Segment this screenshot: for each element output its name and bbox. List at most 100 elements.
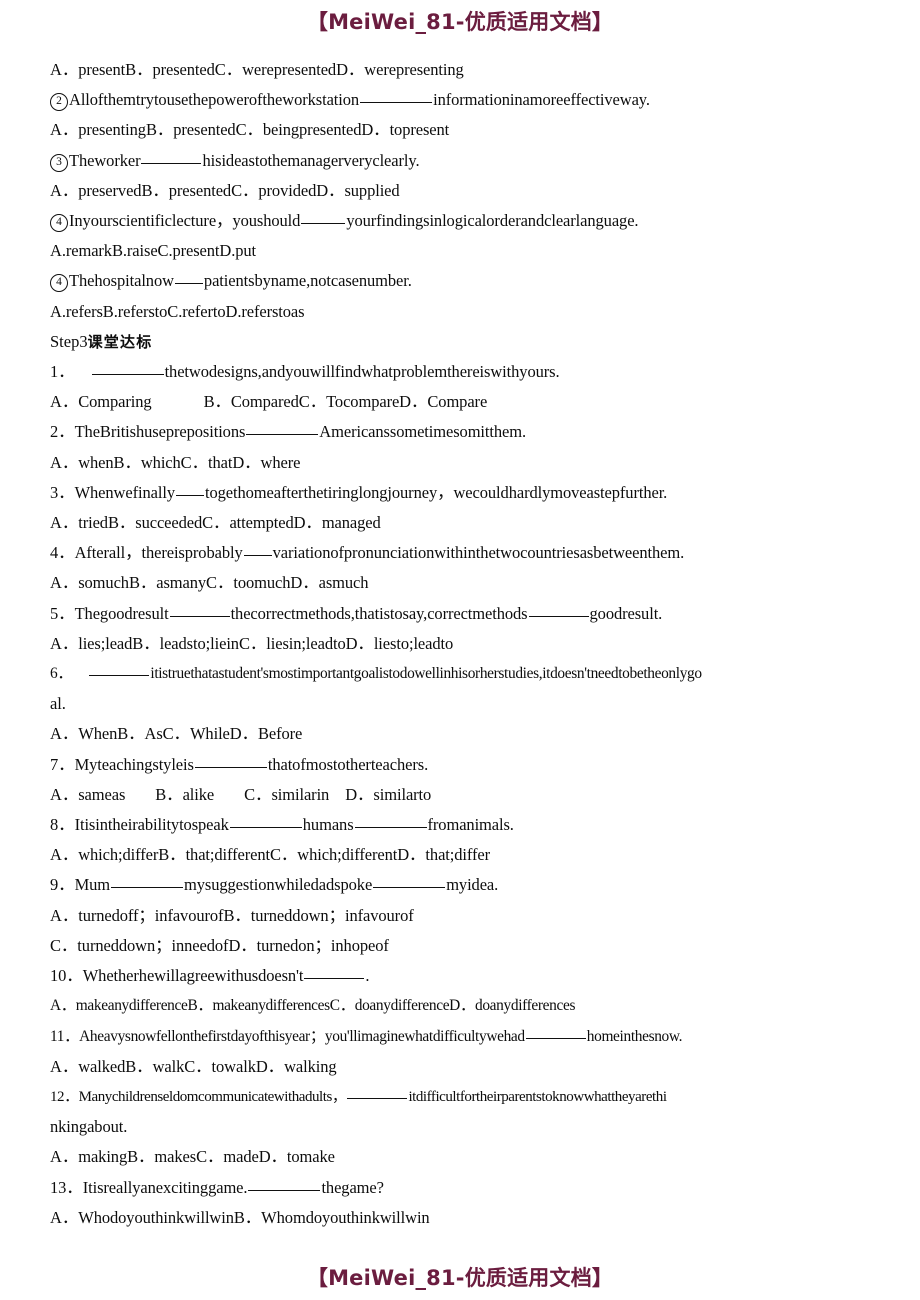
circled-number: 3 <box>50 153 68 172</box>
options-line: A．Comparing B．ComparedC．TocompareD．Compar… <box>50 387 875 417</box>
options-line: A．presentB．presentedC．werepresentedD．wer… <box>50 60 464 79</box>
section-heading-cjk: 课堂达标 <box>87 332 153 351</box>
question-text: itistruethatastudent'smostimportantgoali… <box>150 665 702 683</box>
question-line: 10．Whetherhewillagreewithusdoesn't. <box>50 961 875 991</box>
question-number: 8． <box>50 815 75 835</box>
question-number: 9． <box>50 875 75 895</box>
question-number: 11． <box>50 1027 80 1045</box>
question-text: Manychildrenseldomcommunicatewithadults， <box>78 1088 347 1105</box>
options-line: A．sameas B．alike C．similarin D．similarto <box>50 780 875 810</box>
question-text-end: myidea. <box>446 875 499 895</box>
options-line: C．turneddown；inneedofD．turnedon；inhopeof <box>50 935 389 955</box>
question-line: 7．Myteachingstyleis thatofmostotherteache… <box>50 750 875 780</box>
question-text-cont: hisideastothemanagerveryclearly. <box>202 150 420 170</box>
fill-blank <box>304 962 365 980</box>
question-line: 12．Manychildrenseldomcommunicatewithadul… <box>50 1082 875 1112</box>
question-text-cont: informationinamoreeffectiveway. <box>433 90 650 110</box>
question-text: thetwodesigns,andyouwillfindwhatproblemt… <box>164 362 560 382</box>
question-text: Inyourscientificlecture，youshould <box>69 211 301 231</box>
question-text-end: goodresult. <box>589 603 663 623</box>
fill-blank <box>528 600 589 617</box>
question-line: 8．Itisintheirabilitytospeak humans fromani… <box>50 810 875 840</box>
question-text: Afterall，thereisprobably <box>74 543 243 563</box>
question-text-cont: patientsbyname,notcasenumber. <box>203 271 412 291</box>
question-text-cont: homeinthesnow. <box>586 1027 683 1045</box>
options-line: A．makingB．makesC．madeD．tomake <box>50 1147 335 1167</box>
question-number: 6． <box>50 665 73 683</box>
options-line: A．WhenB．AsC．WhileD．Before <box>50 724 303 744</box>
circled-number: 4 <box>50 274 68 293</box>
question-text-cont: thatofmostotherteachers. <box>267 754 429 774</box>
question-number: 3． <box>50 482 75 502</box>
question-text-end: fromanimals. <box>427 815 514 835</box>
fill-blank <box>301 207 346 225</box>
question-line: 11．Aheavysnowfellonthefirstdayofthisyear… <box>50 1022 875 1052</box>
question-number: 7． <box>50 754 75 774</box>
fill-blank <box>243 540 272 557</box>
question-text-cont: itdifficultfortheirparentstoknowwhatthey… <box>408 1088 667 1105</box>
fill-blank <box>194 751 267 768</box>
question-number: 4． <box>50 543 75 563</box>
question-number: 2． <box>50 422 75 442</box>
question-text-cont: thecorrectmethods,thatistosay,correctmet… <box>230 603 528 623</box>
fill-blank <box>111 872 184 889</box>
options-line: A．lies;leadB．leadsto;lieinC．liesin;leadt… <box>50 633 454 653</box>
option-c: C．similarin <box>244 784 330 804</box>
question-text: Allofthemtrytousethepoweroftheworkstatio… <box>69 90 360 110</box>
question-text: Myteachingstyleis <box>74 754 194 774</box>
fill-blank <box>174 268 203 285</box>
question-text: Whetherhewillagreewithusdoesn't <box>82 966 304 986</box>
options-bcd: B．ComparedC．TocompareD．Compare <box>203 392 488 412</box>
question-text-cont: thegame? <box>321 1177 384 1197</box>
section-heading-latin: Step3 <box>50 331 88 351</box>
watermark-header: 【MeiWei_81-优质适用文档】 <box>306 10 614 34</box>
question-text: Theworker <box>69 150 141 170</box>
question-text-cont: Americanssometimesomitthem. <box>319 422 527 442</box>
question-number: 1． <box>50 362 75 382</box>
fill-blank <box>169 600 230 617</box>
options-line: A．WhodoyouthinkwillwinB．Whomdoyouthinkwi… <box>50 1207 430 1227</box>
option-a: A．Comparing <box>50 392 152 412</box>
options-line: A.refersB.referstoC.refertoD.referstoas <box>50 301 305 321</box>
fill-blank <box>91 358 164 376</box>
options-line: A．somuchB．asmanyC．toomuchD．asmuch <box>50 573 369 593</box>
options-line: A．which;differB．that;differentC．which;di… <box>50 845 491 865</box>
question-text-cont: humans <box>302 815 354 835</box>
question-text-end: . <box>365 966 370 986</box>
options-line: A．presentingB．presentedC．beingpresentedD… <box>50 120 450 140</box>
question-text: Itisreallyanexcitinggame. <box>82 1177 248 1197</box>
question-line: 4 Inyourscientificlecture，youshould yourfi… <box>50 206 875 236</box>
question-text-cont: variationofpronunciationwithinthetwocoun… <box>272 543 685 563</box>
fill-blank <box>175 479 204 496</box>
options-line: A.remarkB.raiseC.presentD.put <box>50 241 257 261</box>
option-d: D．similarto <box>345 784 432 804</box>
fill-blank <box>347 1084 408 1099</box>
question-number: 12． <box>50 1088 79 1105</box>
question-line: 2 Allofthemtrytousethepoweroftheworkstati… <box>50 85 875 115</box>
question-line: 3．Whenwefinally togethomeafterthetiringlo… <box>50 478 875 508</box>
option-a: A．sameas <box>50 784 126 804</box>
fill-blank <box>248 1174 321 1191</box>
question-line-wrap: nkingabout. <box>50 1117 128 1137</box>
options-line: A．preservedB．presentedC．providedD．suppli… <box>50 180 400 200</box>
question-number: 10． <box>50 966 83 986</box>
watermark-footer: 【MeiWei_81-优质适用文档】 <box>306 1266 614 1290</box>
question-line: 13．Itisreallyanexcitinggame. thegame? <box>50 1173 875 1203</box>
circled-number: 4 <box>50 214 68 233</box>
options-line: A．makeanydifferenceB．makeanydifferencesC… <box>50 997 576 1015</box>
fill-blank <box>246 419 319 436</box>
fill-blank <box>89 660 150 677</box>
options-line: A．turnedoff；infavourofB．turneddown；infav… <box>50 905 414 925</box>
question-text: Aheavysnowfellonthefirstdayofthisyear；yo… <box>79 1027 525 1045</box>
fill-blank <box>525 1023 586 1039</box>
fill-blank <box>360 87 433 104</box>
question-line: 6． itistruethatastudent'smostimportantgoa… <box>50 659 875 689</box>
question-text-cont: yourfindingsinlogicalorderandclearlangua… <box>346 211 639 231</box>
options-line: A．whenB．whichC．thatD．where <box>50 452 301 472</box>
question-line: 3 Theworker hisideastothemanagerveryclearl… <box>50 146 875 176</box>
fill-blank <box>141 147 202 164</box>
option-b: B．alike <box>155 784 215 804</box>
options-line: A．walkedB．walkC．towalkD．walking <box>50 1056 337 1076</box>
question-text: Thegoodresult <box>74 603 169 623</box>
question-line: 4 Thehospitalnow patientsbyname,notcasenum… <box>50 266 875 296</box>
